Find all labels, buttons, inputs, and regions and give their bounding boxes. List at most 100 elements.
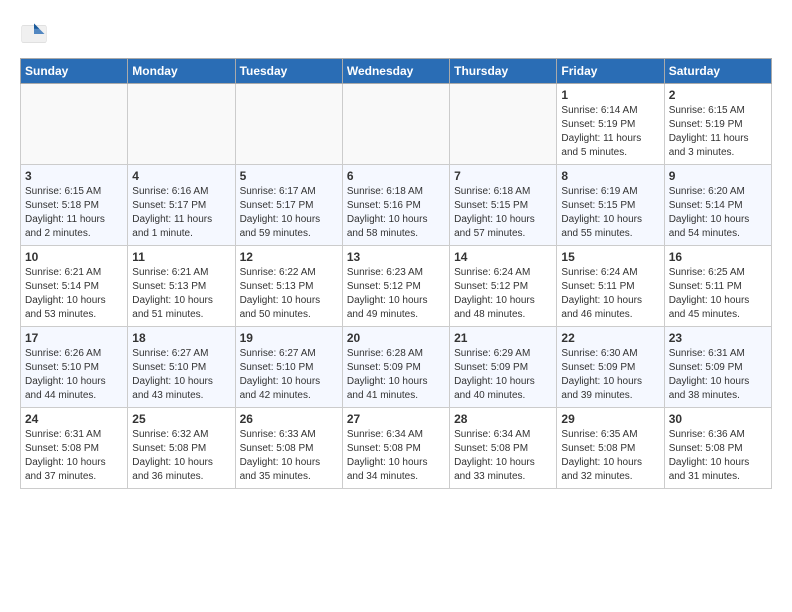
day-info: Sunrise: 6:15 AM Sunset: 5:19 PM Dayligh… xyxy=(669,104,767,160)
calendar-day: 6 Sunrise: 6:18 AM Sunset: 5:16 PM Daylig… xyxy=(342,165,449,246)
day-number: 14 xyxy=(454,250,552,264)
weekday-header-tuesday: Tuesday xyxy=(235,59,342,84)
calendar-day: 2 Sunrise: 6:15 AM Sunset: 5:19 PM Daylig… xyxy=(664,84,771,165)
calendar-day: 10 Sunrise: 6:21 AM Sunset: 5:14 PM Dayli… xyxy=(21,246,128,327)
day-info: Sunrise: 6:26 AM Sunset: 5:10 PM Dayligh… xyxy=(25,347,123,403)
day-number: 6 xyxy=(347,169,445,183)
day-number: 8 xyxy=(561,169,659,183)
day-number: 1 xyxy=(561,88,659,102)
day-number: 18 xyxy=(132,331,230,345)
day-number: 16 xyxy=(669,250,767,264)
day-number: 7 xyxy=(454,169,552,183)
day-number: 25 xyxy=(132,412,230,426)
day-info: Sunrise: 6:18 AM Sunset: 5:16 PM Dayligh… xyxy=(347,185,445,241)
calendar-day: 16Sunrise: 6:25 AM Sunset: 5:11 PM Dayli… xyxy=(664,246,771,327)
day-number: 19 xyxy=(240,331,338,345)
calendar-day: 11 Sunrise: 6:21 AM Sunset: 5:13 PM Dayli… xyxy=(128,246,235,327)
calendar-day: 3 Sunrise: 6:15 AM Sunset: 5:18 PM Daylig… xyxy=(21,165,128,246)
day-number: 20 xyxy=(347,331,445,345)
day-info: Sunrise: 6:31 AM Sunset: 5:08 PM Dayligh… xyxy=(25,428,123,484)
calendar-day: 30 Sunrise: 6:36 AM Sunset: 5:08 PM Dayli… xyxy=(664,408,771,489)
calendar-day: 18 Sunrise: 6:27 AM Sunset: 5:10 PM Dayli… xyxy=(128,327,235,408)
day-number: 29 xyxy=(561,412,659,426)
weekday-header-wednesday: Wednesday xyxy=(342,59,449,84)
calendar-day xyxy=(450,84,557,165)
day-number: 12 xyxy=(240,250,338,264)
day-number: 27 xyxy=(347,412,445,426)
calendar-day: 21Sunrise: 6:29 AM Sunset: 5:09 PM Dayli… xyxy=(450,327,557,408)
day-info: Sunrise: 6:32 AM Sunset: 5:08 PM Dayligh… xyxy=(132,428,230,484)
day-info: Sunrise: 6:24 AM Sunset: 5:12 PM Dayligh… xyxy=(454,266,552,322)
day-info: Sunrise: 6:28 AM Sunset: 5:09 PM Dayligh… xyxy=(347,347,445,403)
calendar-table: SundayMondayTuesdayWednesdayThursdayFrid… xyxy=(20,58,772,489)
calendar-day xyxy=(128,84,235,165)
calendar-day: 17 Sunrise: 6:26 AM Sunset: 5:10 PM Dayli… xyxy=(21,327,128,408)
calendar-day: 13 Sunrise: 6:23 AM Sunset: 5:12 PM Dayli… xyxy=(342,246,449,327)
day-number: 30 xyxy=(669,412,767,426)
calendar-day: 7Sunrise: 6:18 AM Sunset: 5:15 PM Daylig… xyxy=(450,165,557,246)
calendar-day: 20 Sunrise: 6:28 AM Sunset: 5:09 PM Dayli… xyxy=(342,327,449,408)
day-info: Sunrise: 6:29 AM Sunset: 5:09 PM Dayligh… xyxy=(454,347,552,403)
day-info: Sunrise: 6:27 AM Sunset: 5:10 PM Dayligh… xyxy=(240,347,338,403)
calendar-day xyxy=(21,84,128,165)
day-info: Sunrise: 6:24 AM Sunset: 5:11 PM Dayligh… xyxy=(561,266,659,322)
calendar-day: 22 Sunrise: 6:30 AM Sunset: 5:09 PM Dayli… xyxy=(557,327,664,408)
day-number: 9 xyxy=(669,169,767,183)
day-info: Sunrise: 6:36 AM Sunset: 5:08 PM Dayligh… xyxy=(669,428,767,484)
calendar-day: 4 Sunrise: 6:16 AM Sunset: 5:17 PM Daylig… xyxy=(128,165,235,246)
day-info: Sunrise: 6:30 AM Sunset: 5:09 PM Dayligh… xyxy=(561,347,659,403)
calendar-week-2: 3 Sunrise: 6:15 AM Sunset: 5:18 PM Daylig… xyxy=(21,165,772,246)
weekday-header-friday: Friday xyxy=(557,59,664,84)
day-number: 26 xyxy=(240,412,338,426)
day-info: Sunrise: 6:31 AM Sunset: 5:09 PM Dayligh… xyxy=(669,347,767,403)
day-number: 5 xyxy=(240,169,338,183)
day-number: 4 xyxy=(132,169,230,183)
calendar-day xyxy=(235,84,342,165)
day-number: 3 xyxy=(25,169,123,183)
calendar-week-4: 17 Sunrise: 6:26 AM Sunset: 5:10 PM Dayli… xyxy=(21,327,772,408)
day-number: 13 xyxy=(347,250,445,264)
calendar-day: 1Sunrise: 6:14 AM Sunset: 5:19 PM Daylig… xyxy=(557,84,664,165)
day-info: Sunrise: 6:21 AM Sunset: 5:14 PM Dayligh… xyxy=(25,266,123,322)
day-info: Sunrise: 6:33 AM Sunset: 5:08 PM Dayligh… xyxy=(240,428,338,484)
calendar-day: 23 Sunrise: 6:31 AM Sunset: 5:09 PM Dayli… xyxy=(664,327,771,408)
calendar-day: 24Sunrise: 6:31 AM Sunset: 5:08 PM Dayli… xyxy=(21,408,128,489)
calendar-day: 25 Sunrise: 6:32 AM Sunset: 5:08 PM Dayli… xyxy=(128,408,235,489)
day-number: 10 xyxy=(25,250,123,264)
day-info: Sunrise: 6:22 AM Sunset: 5:13 PM Dayligh… xyxy=(240,266,338,322)
calendar-day: 8 Sunrise: 6:19 AM Sunset: 5:15 PM Daylig… xyxy=(557,165,664,246)
day-number: 22 xyxy=(561,331,659,345)
day-info: Sunrise: 6:20 AM Sunset: 5:14 PM Dayligh… xyxy=(669,185,767,241)
calendar-day: 9 Sunrise: 6:20 AM Sunset: 5:14 PM Daylig… xyxy=(664,165,771,246)
header xyxy=(20,20,772,48)
day-number: 15 xyxy=(561,250,659,264)
day-info: Sunrise: 6:23 AM Sunset: 5:12 PM Dayligh… xyxy=(347,266,445,322)
calendar-day: 5 Sunrise: 6:17 AM Sunset: 5:17 PM Daylig… xyxy=(235,165,342,246)
page: SundayMondayTuesdayWednesdayThursdayFrid… xyxy=(0,0,792,499)
weekday-header-saturday: Saturday xyxy=(664,59,771,84)
day-info: Sunrise: 6:21 AM Sunset: 5:13 PM Dayligh… xyxy=(132,266,230,322)
calendar-day: 14 Sunrise: 6:24 AM Sunset: 5:12 PM Dayli… xyxy=(450,246,557,327)
day-info: Sunrise: 6:34 AM Sunset: 5:08 PM Dayligh… xyxy=(347,428,445,484)
calendar-week-5: 24Sunrise: 6:31 AM Sunset: 5:08 PM Dayli… xyxy=(21,408,772,489)
day-info: Sunrise: 6:27 AM Sunset: 5:10 PM Dayligh… xyxy=(132,347,230,403)
weekday-header-monday: Monday xyxy=(128,59,235,84)
calendar-day: 28Sunrise: 6:34 AM Sunset: 5:08 PM Dayli… xyxy=(450,408,557,489)
day-info: Sunrise: 6:17 AM Sunset: 5:17 PM Dayligh… xyxy=(240,185,338,241)
logo-icon xyxy=(20,20,48,48)
day-info: Sunrise: 6:34 AM Sunset: 5:08 PM Dayligh… xyxy=(454,428,552,484)
calendar-week-1: 1Sunrise: 6:14 AM Sunset: 5:19 PM Daylig… xyxy=(21,84,772,165)
day-number: 17 xyxy=(25,331,123,345)
calendar-day: 19 Sunrise: 6:27 AM Sunset: 5:10 PM Dayli… xyxy=(235,327,342,408)
calendar-day: 12 Sunrise: 6:22 AM Sunset: 5:13 PM Dayli… xyxy=(235,246,342,327)
day-info: Sunrise: 6:15 AM Sunset: 5:18 PM Dayligh… xyxy=(25,185,123,241)
day-info: Sunrise: 6:35 AM Sunset: 5:08 PM Dayligh… xyxy=(561,428,659,484)
calendar-day: 15 Sunrise: 6:24 AM Sunset: 5:11 PM Dayli… xyxy=(557,246,664,327)
calendar-day xyxy=(342,84,449,165)
day-number: 11 xyxy=(132,250,230,264)
day-info: Sunrise: 6:19 AM Sunset: 5:15 PM Dayligh… xyxy=(561,185,659,241)
calendar-day: 29 Sunrise: 6:35 AM Sunset: 5:08 PM Dayli… xyxy=(557,408,664,489)
day-number: 23 xyxy=(669,331,767,345)
day-info: Sunrise: 6:16 AM Sunset: 5:17 PM Dayligh… xyxy=(132,185,230,241)
day-number: 2 xyxy=(669,88,767,102)
